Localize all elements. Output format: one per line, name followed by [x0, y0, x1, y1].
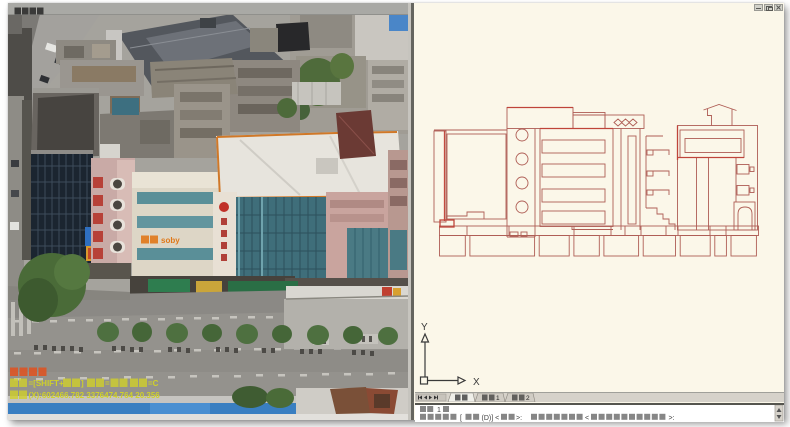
- svg-text:=[SHIFT+: =[SHIFT+: [29, 379, 64, 388]
- svg-text:(X):602466.782 3376474.764 2: (X):602466.782 3376474.764 20.356: [29, 391, 161, 400]
- svg-text:<: <: [585, 415, 589, 422]
- svg-text:[: [: [460, 415, 462, 422]
- svg-text:Y: Y: [421, 322, 428, 333]
- svg-text:>:: >:: [516, 415, 522, 422]
- svg-text:1: 1: [496, 395, 500, 402]
- svg-text:(D)] <: (D)] <: [482, 415, 500, 422]
- svg-text:soby: soby: [161, 236, 180, 245]
- svg-text:]: ]: [81, 379, 84, 388]
- svg-text:X: X: [473, 377, 480, 388]
- svg-text:1: 1: [437, 407, 441, 414]
- svg-text:=C: =C: [148, 379, 159, 388]
- svg-text:2: 2: [526, 395, 530, 402]
- svg-text:>:: >:: [669, 415, 675, 422]
- svg-text:=: =: [105, 379, 110, 388]
